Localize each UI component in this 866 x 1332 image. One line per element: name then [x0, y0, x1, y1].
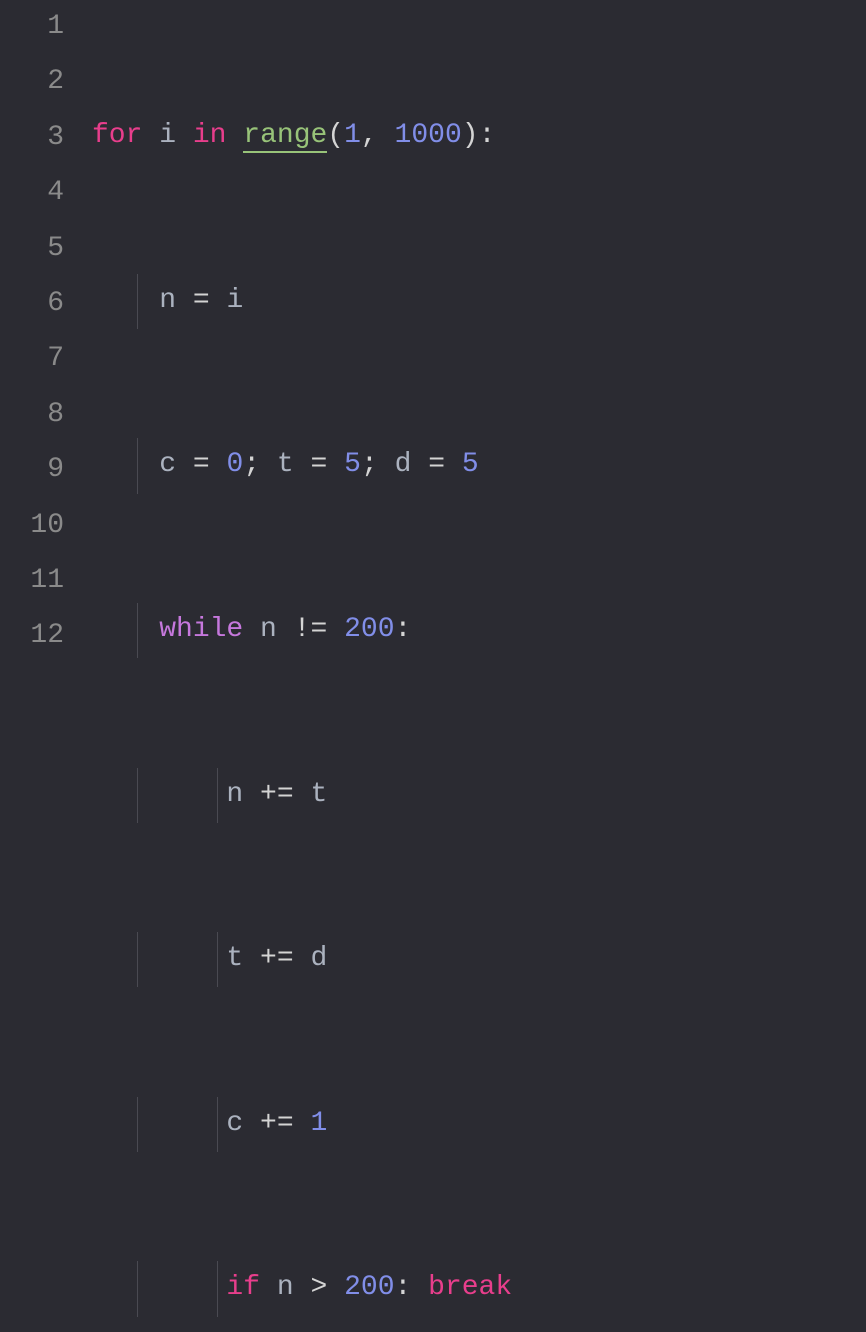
var-c: c	[159, 449, 176, 480]
colon: :	[479, 120, 496, 151]
line-number: 11	[0, 554, 64, 609]
var-n: n	[260, 614, 277, 645]
line-number: 7	[0, 332, 64, 387]
keyword-break: break	[428, 1272, 512, 1303]
line-number: 5	[0, 222, 64, 277]
semi: ;	[243, 449, 260, 480]
var-t: t	[226, 943, 243, 974]
num: 200	[344, 1272, 394, 1303]
op-pluseq: +=	[260, 943, 294, 974]
op-gt: >	[310, 1272, 327, 1303]
comma: ,	[361, 120, 378, 151]
op-eq: =	[311, 449, 328, 480]
op-pluseq: +=	[260, 779, 294, 810]
op-eq: =	[193, 449, 210, 480]
var-n: n	[277, 1272, 294, 1303]
semi: ;	[361, 449, 378, 480]
code-editor: 1 2 3 4 5 6 7 8 9 10 11 12 for i in rang…	[0, 0, 866, 666]
colon: :	[395, 614, 412, 645]
code-line[interactable]: while n != 200:	[92, 603, 866, 658]
code-line[interactable]: if n > 200: break	[92, 1261, 866, 1316]
code-area[interactable]: for i in range(1, 1000): n = i c = 0; t …	[92, 0, 866, 666]
line-number: 3	[0, 111, 64, 166]
var-c: c	[226, 1108, 243, 1139]
line-number: 8	[0, 388, 64, 443]
num: 5	[344, 449, 361, 480]
code-line[interactable]: n = i	[92, 274, 866, 329]
var-d: d	[310, 943, 327, 974]
code-line[interactable]: c = 0; t = 5; d = 5	[92, 438, 866, 493]
paren-close: )	[462, 120, 479, 151]
line-number: 9	[0, 443, 64, 498]
num: 1000	[395, 120, 462, 151]
op-pluseq: +=	[260, 1108, 294, 1139]
line-number-gutter: 1 2 3 4 5 6 7 8 9 10 11 12	[0, 0, 92, 666]
var-n: n	[226, 779, 243, 810]
num: 1	[344, 120, 361, 151]
line-number: 10	[0, 499, 64, 554]
keyword-if: if	[226, 1272, 260, 1303]
code-line[interactable]: for i in range(1, 1000):	[92, 109, 866, 164]
op-ne: !=	[294, 614, 328, 645]
num: 200	[344, 614, 394, 645]
var-i: i	[159, 120, 176, 151]
keyword-for: for	[92, 120, 142, 151]
var-i: i	[226, 285, 243, 316]
colon: :	[395, 1272, 412, 1303]
line-number: 12	[0, 609, 64, 664]
line-number: 2	[0, 55, 64, 110]
line-number: 4	[0, 166, 64, 221]
line-number: 6	[0, 277, 64, 332]
num: 0	[226, 449, 243, 480]
op-eq: =	[428, 449, 445, 480]
num: 5	[462, 449, 479, 480]
code-line[interactable]: t += d	[92, 932, 866, 987]
builtin-range: range	[243, 120, 327, 153]
keyword-in: in	[193, 120, 227, 151]
var-t: t	[310, 779, 327, 810]
code-line[interactable]: n += t	[92, 768, 866, 823]
paren-open: (	[327, 120, 344, 151]
keyword-while: while	[159, 614, 243, 645]
var-t: t	[277, 449, 294, 480]
num: 1	[310, 1108, 327, 1139]
code-line[interactable]: c += 1	[92, 1097, 866, 1152]
line-number: 1	[0, 0, 64, 55]
var-d: d	[395, 449, 412, 480]
op-eq: =	[193, 285, 210, 316]
var-n: n	[159, 285, 176, 316]
